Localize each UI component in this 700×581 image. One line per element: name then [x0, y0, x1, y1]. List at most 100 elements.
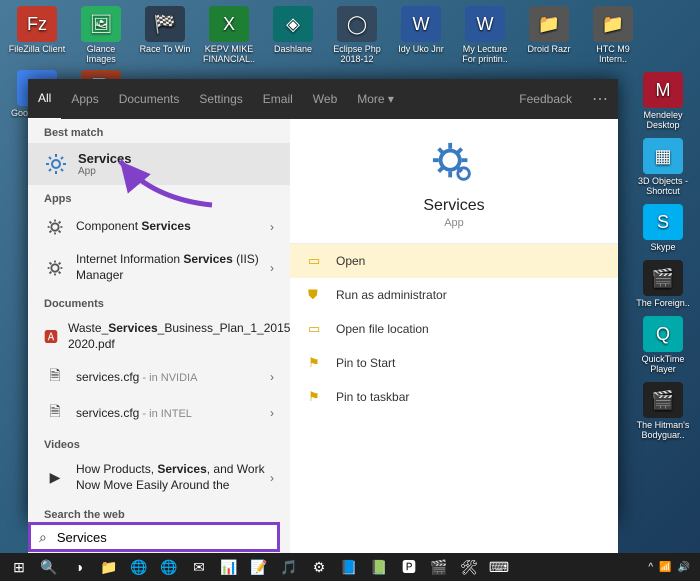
- desktop-shortcut-label: FileZilla Client: [9, 44, 66, 54]
- taskbar-app[interactable]: 🎵: [274, 553, 304, 581]
- taskbar-app[interactable]: 🅿: [394, 553, 424, 581]
- taskbar-app[interactable]: ⚙: [304, 553, 334, 581]
- taskbar-app[interactable]: 📊: [214, 553, 244, 581]
- desktop-shortcut[interactable]: ◯Eclipse Php 2018-12: [328, 6, 386, 64]
- result-item[interactable]: 🗎services.cfg - in INTEL›: [28, 395, 290, 431]
- tab-email[interactable]: Email: [253, 79, 303, 119]
- file-icon: 🗎: [44, 366, 66, 388]
- feedback-link[interactable]: Feedback: [509, 79, 582, 119]
- desktop-shortcut-label: HTC M9 Intern..: [584, 44, 642, 64]
- taskbar-app[interactable]: 📘: [334, 553, 364, 581]
- desktop-shortcut-label: Race To Win: [140, 44, 191, 54]
- taskbar-app[interactable]: ◑: [64, 553, 94, 581]
- tab-apps[interactable]: Apps: [61, 79, 108, 119]
- system-tray[interactable]: ^ 📶 🔊: [642, 562, 696, 573]
- gear-icon: [44, 152, 68, 176]
- tab-more[interactable]: More ▾: [347, 79, 404, 119]
- app-icon: ◈: [273, 6, 313, 42]
- desktop-shortcut[interactable]: SSkype: [634, 204, 692, 252]
- more-options-icon[interactable]: ⋯: [582, 79, 618, 119]
- desktop-shortcut[interactable]: 🏁Race To Win: [136, 6, 194, 64]
- chevron-right-icon: ›: [270, 261, 274, 275]
- gear-icon: [431, 141, 477, 187]
- best-match-subtitle: App: [78, 166, 132, 177]
- action-open-file-location[interactable]: ▭Open file location: [290, 312, 618, 346]
- action-run-as-administrator[interactable]: ⛊Run as administrator: [290, 278, 618, 312]
- desktop-shortcut[interactable]: MMendeley Desktop: [634, 72, 692, 130]
- taskbar-app[interactable]: 🌐: [154, 553, 184, 581]
- tray-chevron-icon[interactable]: ^: [648, 562, 653, 573]
- result-item[interactable]: 🗎services.cfg - in NVIDIA›: [28, 359, 290, 395]
- desktop-shortcut[interactable]: 🖼Glance Images: [72, 6, 130, 64]
- search-results-list: Best match Services App Apps Component S…: [28, 119, 290, 561]
- desktop-shortcut-label: Droid Razr: [527, 44, 570, 54]
- taskbar-app[interactable]: ⌨: [484, 553, 514, 581]
- app-icon: Fz: [17, 6, 57, 42]
- preview-subtitle: App: [444, 217, 464, 229]
- desktop-shortcut[interactable]: WIdy Uko Jnr: [392, 6, 450, 64]
- desktop-shortcut-label: Dashlane: [274, 44, 312, 54]
- app-icon: 🖼: [81, 6, 121, 42]
- start-button[interactable]: ⊞: [4, 553, 34, 581]
- desktop-shortcut[interactable]: ▦3D Objects - Shortcut: [634, 138, 692, 196]
- desktop-shortcut[interactable]: 🎬The Hitman's Bodyguar..: [634, 382, 692, 440]
- result-item[interactable]: 🅰Waste_Services_Business_Plan_1_2015-202…: [28, 314, 290, 359]
- preview-title: Services: [423, 197, 484, 215]
- taskbar-app[interactable]: 🎬: [424, 553, 454, 581]
- desktop-shortcut-label: Idy Uko Jnr: [398, 44, 444, 54]
- action-icon: ⚑: [308, 389, 324, 405]
- desktop-shortcut[interactable]: ◈ Dashlane: [264, 6, 322, 64]
- desktop-shortcut[interactable]: WMy Lecture For printin..: [456, 6, 514, 64]
- app-icon: 📁: [529, 6, 569, 42]
- app-icon: Q: [643, 316, 683, 352]
- result-label: services.cfg - in NVIDIA: [76, 370, 270, 386]
- action-pin-to-start[interactable]: ⚑Pin to Start: [290, 346, 618, 380]
- desktop-shortcut-label: KEPV MIKE FINANCIAL..: [200, 44, 258, 64]
- tab-settings[interactable]: Settings: [189, 79, 252, 119]
- start-search-panel: All Apps Documents Settings Email Web Mo…: [28, 79, 618, 522]
- gear-icon: [44, 257, 66, 279]
- desktop-shortcut[interactable]: 🎬The Foreign..: [634, 260, 692, 308]
- app-icon: ◯: [337, 6, 377, 42]
- chevron-right-icon: ›: [270, 220, 274, 234]
- taskbar-app[interactable]: 📁: [94, 553, 124, 581]
- video-icon: ▶: [44, 467, 66, 489]
- app-icon: 📁: [593, 6, 633, 42]
- search-icon: ⌕: [39, 529, 47, 546]
- taskbar-app[interactable]: 🛠: [454, 553, 484, 581]
- result-item[interactable]: Internet Information Services (IIS) Mana…: [28, 245, 290, 290]
- result-item[interactable]: ▶How Products, Services, and Work Now Mo…: [28, 455, 290, 500]
- taskbar-app[interactable]: 📗: [364, 553, 394, 581]
- app-icon: S: [643, 204, 683, 240]
- tray-network-icon[interactable]: 📶: [659, 562, 671, 573]
- taskbar-app[interactable]: 📝: [244, 553, 274, 581]
- search-filter-tabs: All Apps Documents Settings Email Web Mo…: [28, 79, 618, 119]
- action-icon: ⛊: [308, 287, 324, 303]
- tab-documents[interactable]: Documents: [109, 79, 190, 119]
- best-match-item[interactable]: Services App: [28, 143, 290, 185]
- taskbar-search-box[interactable]: ⌕: [28, 522, 280, 552]
- action-open[interactable]: ▭Open: [290, 244, 618, 278]
- desktop-shortcut[interactable]: QQuickTime Player: [634, 316, 692, 374]
- app-icon: M: [643, 72, 683, 108]
- desktop-shortcut-label: The Foreign..: [636, 298, 690, 308]
- tray-volume-icon[interactable]: 🔊: [678, 562, 690, 573]
- desktop-shortcut[interactable]: 📁HTC M9 Intern..: [584, 6, 642, 64]
- action-pin-to-taskbar[interactable]: ⚑Pin to taskbar: [290, 380, 618, 414]
- desktop-shortcut[interactable]: 📁 Droid Razr: [520, 6, 578, 64]
- taskbar-app[interactable]: 🔍: [34, 553, 64, 581]
- result-item[interactable]: Component Services›: [28, 209, 290, 245]
- desktop-shortcut-label: Mendeley Desktop: [634, 110, 692, 130]
- tab-web[interactable]: Web: [303, 79, 347, 119]
- taskbar-app[interactable]: 🌐: [124, 553, 154, 581]
- pdf-icon: 🅰: [44, 326, 58, 348]
- search-input[interactable]: [55, 529, 269, 546]
- app-icon: W: [465, 6, 505, 42]
- desktop-shortcut[interactable]: Fz FileZilla Client: [8, 6, 66, 64]
- desktop-icons-right-col: MMendeley Desktop ▦3D Objects - Shortcut S…: [634, 72, 692, 440]
- section-videos: Videos: [28, 431, 290, 455]
- desktop-shortcut[interactable]: XKEPV MIKE FINANCIAL..: [200, 6, 258, 64]
- taskbar-app[interactable]: ✉: [184, 553, 214, 581]
- tab-all[interactable]: All: [28, 78, 61, 121]
- best-match-title: Services: [78, 151, 132, 166]
